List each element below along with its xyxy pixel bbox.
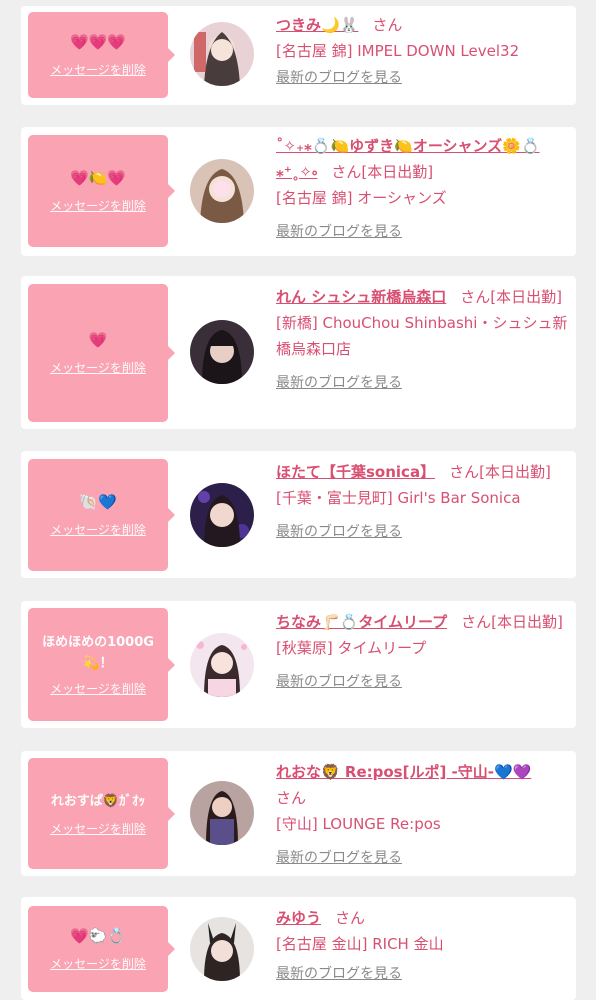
- cast-name-link[interactable]: つきみ🌙🐰: [276, 16, 358, 34]
- avatar[interactable]: [190, 159, 254, 223]
- status-badge: [本日出勤]: [479, 463, 551, 481]
- cast-info: ほたて【千葉sonica】 さん[本日出勤] [千葉・富士見町] Girl's B…: [276, 459, 572, 545]
- list-item: 🐚💙 メッセージを削除 ほたて【千葉sonica】 さん[本日出勤] [千葉・富士…: [21, 451, 576, 578]
- list-item: 💗 メッセージを削除 れん シュシュ新橋烏森口 さん[本日出勤] [新橋] Cho…: [21, 276, 576, 429]
- avatar[interactable]: [190, 633, 254, 697]
- cast-name-link[interactable]: れおな🦁 Re:pos[ルポ] -守山-💙💜: [276, 763, 531, 781]
- cast-info: ˚✧₊⁎💍🍋ゆずき🍋オーシャンズ🌼💍⁎⁺˳✧༚ さん[本日出勤] [名古屋 錦] …: [276, 133, 572, 245]
- message-bubble: 💗🐑💍 メッセージを削除: [28, 906, 175, 992]
- message-bubble: 💗 メッセージを削除: [28, 284, 175, 422]
- list-item: 💗🐑💍 メッセージを削除 みゆう さん [名古屋 金山] RICH 金山 最新のブ…: [21, 897, 576, 1000]
- honorific: さん: [372, 16, 403, 34]
- message-text: 🐚💙: [79, 493, 117, 511]
- message-text: 💗🐑💍: [69, 927, 127, 945]
- cast-name-link[interactable]: ちなみ🦵🏻💍タイムリープ: [276, 613, 447, 631]
- status-badge: [本日出勤]: [361, 163, 434, 181]
- cast-info: つきみ🌙🐰 さん [名古屋 錦] IMPEL DOWN Level32 最新のブロ…: [276, 12, 572, 91]
- shop-name: [秋葉原] タイムリープ: [276, 639, 427, 657]
- message-feed: 💗💗💗 メッセージを削除 つきみ🌙🐰 さん [名古屋 錦] IMPEL DOWN …: [0, 0, 596, 1000]
- message-text: 💗🍋💗: [69, 169, 127, 187]
- avatar[interactable]: [190, 917, 254, 981]
- shop-name: [新橋] ChouChou Shinbashi・シュシュ新橋烏森口店: [276, 314, 568, 358]
- message-text: 💗: [88, 331, 108, 349]
- message-bubble: 💗🍋💗 メッセージを削除: [28, 135, 175, 247]
- message-bubble: ほめほめの1000G💫！ メッセージを削除: [28, 608, 175, 721]
- list-item: れおすぱ🦁ｶﾞｵｯ メッセージを削除 れおな🦁 Re:pos[ルポ] -守山-💙…: [21, 751, 576, 876]
- cast-info: ちなみ🦵🏻💍タイムリープ さん[本日出勤] [秋葉原] タイムリープ 最新のブログ…: [276, 609, 572, 695]
- honorific: さん: [276, 789, 307, 807]
- latest-blog-link[interactable]: 最新のブログを見る: [276, 370, 402, 396]
- status-badge: [本日出勤]: [491, 613, 563, 631]
- honorific: さん: [331, 163, 362, 181]
- honorific: さん: [460, 288, 491, 306]
- avatar[interactable]: [190, 22, 254, 86]
- delete-message-link[interactable]: メッセージを削除: [50, 820, 146, 837]
- cast-name-link[interactable]: みゆう: [276, 909, 321, 927]
- latest-blog-link[interactable]: 最新のブログを見る: [276, 65, 402, 91]
- cast-name-link[interactable]: れん シュシュ新橋烏森口: [276, 288, 446, 306]
- avatar-photo-icon: [190, 483, 254, 547]
- latest-blog-link[interactable]: 最新のブログを見る: [276, 961, 402, 987]
- delete-message-link[interactable]: メッセージを削除: [50, 955, 146, 972]
- avatar-photo-icon: [190, 917, 254, 981]
- avatar[interactable]: [190, 483, 254, 547]
- message-text: れおすぱ🦁ｶﾞｵｯ: [50, 793, 146, 809]
- delete-message-link[interactable]: メッセージを削除: [50, 521, 146, 538]
- message-text: ほめほめの1000G💫！: [42, 635, 154, 671]
- avatar[interactable]: [190, 320, 254, 384]
- shop-name: [名古屋 金山] RICH 金山: [276, 935, 444, 953]
- list-item: 💗💗💗 メッセージを削除 つきみ🌙🐰 さん [名古屋 錦] IMPEL DOWN …: [21, 6, 576, 105]
- avatar-photo-icon: [190, 22, 254, 86]
- list-item: 💗🍋💗 メッセージを削除 ˚✧₊⁎💍🍋ゆずき🍋オーシャンズ🌼💍⁎⁺˳✧༚ さん[本…: [21, 127, 576, 256]
- message-bubble: 💗💗💗 メッセージを削除: [28, 12, 175, 98]
- honorific: さん: [335, 909, 366, 927]
- message-text: 💗💗💗: [69, 33, 127, 51]
- avatar-photo-icon: [190, 633, 254, 697]
- delete-message-link[interactable]: メッセージを削除: [50, 359, 146, 376]
- delete-message-link[interactable]: メッセージを削除: [50, 197, 146, 214]
- shop-name: [名古屋 錦] IMPEL DOWN Level32: [276, 42, 520, 60]
- shop-name: [千葉・富士見町] Girl's Bar Sonica: [276, 489, 521, 507]
- avatar-photo-icon: [190, 320, 254, 384]
- honorific: さん: [461, 613, 492, 631]
- latest-blog-link[interactable]: 最新のブログを見る: [276, 845, 402, 871]
- honorific: さん: [449, 463, 480, 481]
- cast-name-link[interactable]: ほたて【千葉sonica】: [276, 463, 435, 481]
- shop-name: [名古屋 錦] オーシャンズ: [276, 189, 447, 207]
- avatar[interactable]: [190, 781, 254, 845]
- latest-blog-link[interactable]: 最新のブログを見る: [276, 219, 402, 245]
- cast-info: れおな🦁 Re:pos[ルポ] -守山-💙💜 さん [守山] LOUNGE Re:…: [276, 759, 572, 871]
- list-item: ほめほめの1000G💫！ メッセージを削除 ちなみ🦵🏻💍タイムリープ さん[本日出…: [21, 601, 576, 728]
- status-badge: [本日出勤]: [490, 288, 562, 306]
- latest-blog-link[interactable]: 最新のブログを見る: [276, 519, 402, 545]
- latest-blog-link[interactable]: 最新のブログを見る: [276, 669, 402, 695]
- cast-info: みゆう さん [名古屋 金山] RICH 金山 最新のブログを見る: [276, 905, 572, 987]
- cast-info: れん シュシュ新橋烏森口 さん[本日出勤] [新橋] ChouChou Shinb…: [276, 284, 572, 396]
- avatar-photo-icon: [190, 781, 254, 845]
- message-bubble: れおすぱ🦁ｶﾞｵｯ メッセージを削除: [28, 758, 175, 869]
- shop-name: [守山] LOUNGE Re:pos: [276, 815, 441, 833]
- message-bubble: 🐚💙 メッセージを削除: [28, 459, 175, 571]
- delete-message-link[interactable]: メッセージを削除: [50, 680, 146, 697]
- avatar-photo-icon: [190, 159, 254, 223]
- delete-message-link[interactable]: メッセージを削除: [50, 61, 146, 78]
